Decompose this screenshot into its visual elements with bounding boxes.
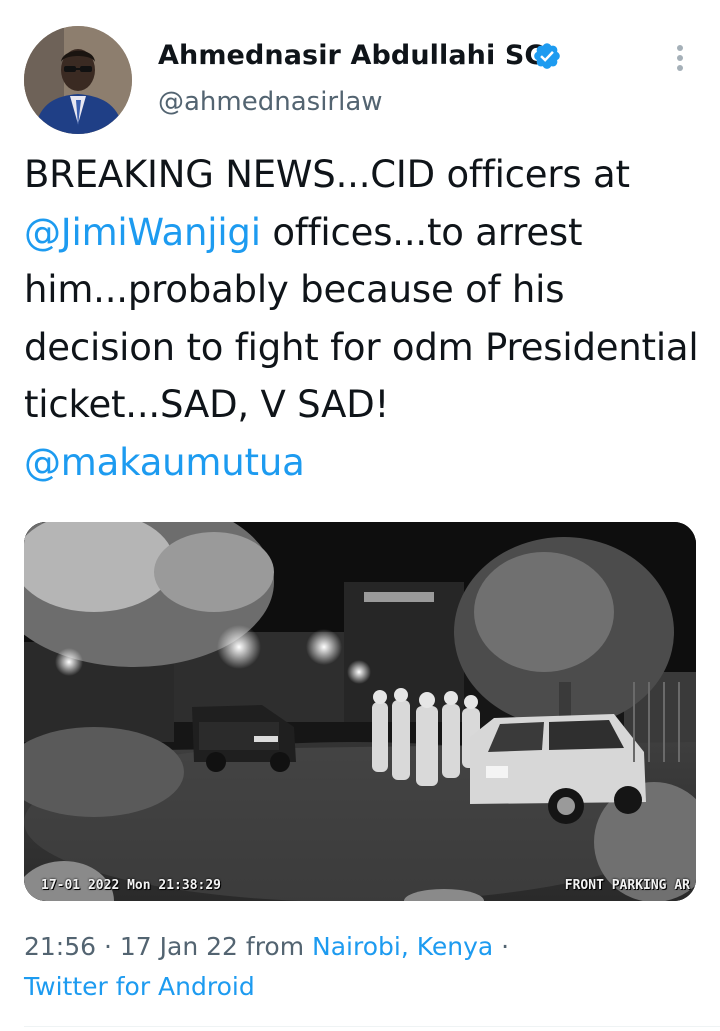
cctv-camera-label: FRONT PARKING AR — [564, 878, 690, 893]
avatar[interactable] — [24, 26, 132, 134]
more-options-dot — [677, 55, 683, 61]
more-options-dot — [677, 45, 683, 51]
mention-link-jimiwanjigi[interactable]: @JimiWanjigi — [24, 211, 261, 254]
tweet-meta: 21:56 · 17 Jan 22 from Nairobi, Kenya · T… — [24, 927, 704, 1007]
divider — [24, 1026, 720, 1027]
tweet-date[interactable]: 17 Jan 22 — [120, 932, 238, 961]
tweet-time[interactable]: 21:56 — [24, 932, 96, 961]
cctv-timestamp: 17-01 2022 Mon 21:38:29 — [41, 878, 222, 893]
more-options-icon[interactable] — [668, 40, 692, 76]
meta-from-text: from — [237, 932, 313, 961]
mention-link-makaumutua[interactable]: @makaumutua — [24, 441, 305, 484]
tweet-media-photo[interactable]: 17-01 2022 Mon 21:38:29 FRONT PARKING AR — [24, 522, 696, 901]
tweet-text: BREAKING NEWS...CID officers at @JimiWan… — [24, 146, 714, 491]
tweet-text-part: BREAKING NEWS...CID officers at — [24, 153, 630, 196]
cctv-night-image — [24, 522, 696, 901]
avatar-image — [24, 26, 132, 134]
verified-badge-icon — [534, 43, 560, 69]
tweet-location-link[interactable]: Nairobi, Kenya — [312, 932, 493, 961]
tweet-card: Ahmednasir Abdullahi SC @ahmednasirlaw B… — [0, 0, 720, 1031]
meta-separator: · — [96, 932, 120, 961]
author-display-name[interactable]: Ahmednasir Abdullahi SC — [158, 40, 544, 71]
more-options-dot — [677, 65, 683, 71]
meta-separator: · — [493, 932, 510, 961]
tweet-source-link[interactable]: Twitter for Android — [24, 972, 255, 1001]
author-handle[interactable]: @ahmednasirlaw — [158, 87, 383, 117]
